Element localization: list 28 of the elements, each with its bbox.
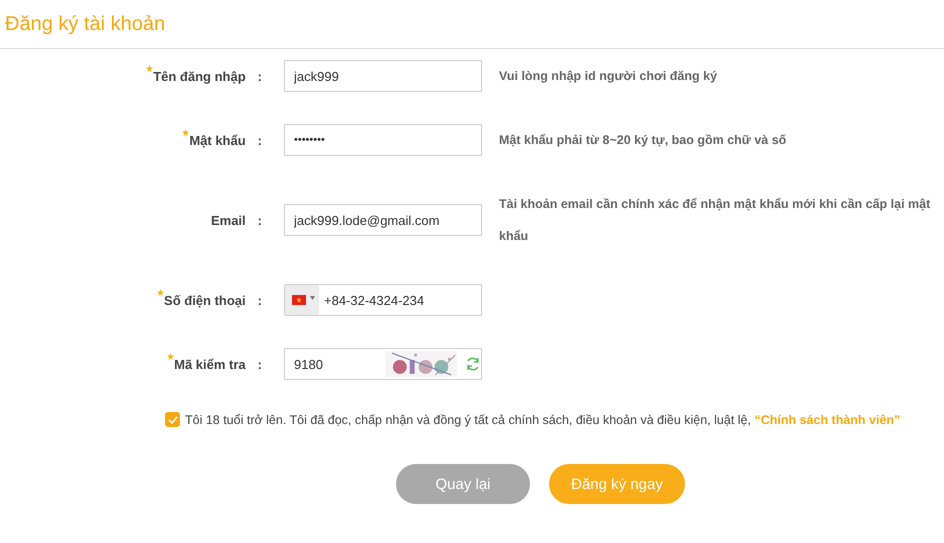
field-label: Số điện thoại bbox=[164, 292, 246, 308]
password-field[interactable]: •••••••• bbox=[284, 124, 482, 156]
field-label: Tên đăng nhập bbox=[153, 68, 246, 84]
field-label: Mã kiểm tra bbox=[174, 356, 246, 372]
captcha-field[interactable]: 9180 bbox=[284, 348, 482, 380]
checkmark-icon bbox=[168, 416, 178, 424]
caret-icon bbox=[310, 296, 315, 300]
input-field[interactable]: jack999 bbox=[284, 60, 482, 92]
agreement-text: Tôi 18 tuổi trở lên. Tôi đã đọc, chấp nhận và đồng ý tất cả chính sách, điều khoản và điều kiện, luật lệ, “Chính sách thành viên” bbox=[185, 412, 900, 426]
label-colon: : bbox=[258, 292, 262, 308]
field-hint: Tài khoản email cần chính xác để nhận mật khẩu mới khi cần cấp lại mật khẩu bbox=[499, 196, 932, 245]
country-dropdown[interactable] bbox=[285, 285, 319, 315]
phone-input[interactable]: +84-32-4324-234 bbox=[319, 285, 464, 315]
flag-icon bbox=[292, 295, 306, 305]
field-label: Mật khẩu bbox=[189, 132, 246, 148]
phone-field[interactable]: +84-32-4324-234 bbox=[284, 284, 482, 316]
field-hint: Mật khẩu phải từ 8~20 ký tự, bao gồm chữ và số bbox=[499, 132, 786, 149]
input-field[interactable]: jack999.lode@gmail.com bbox=[284, 204, 482, 236]
label-colon: : bbox=[258, 356, 262, 372]
label-colon: : bbox=[258, 132, 262, 148]
field-label: Email bbox=[210, 212, 246, 228]
refresh-icon[interactable] bbox=[465, 356, 481, 372]
field-hint: Vui lòng nhập id người chơi đăng ký bbox=[499, 68, 718, 85]
page-title: Đăng ký tài khoản bbox=[5, 12, 166, 36]
label-colon: : bbox=[258, 212, 262, 228]
captcha-input[interactable]: 9180 bbox=[294, 356, 374, 372]
label-colon: : bbox=[258, 68, 262, 84]
checkbox[interactable] bbox=[165, 412, 180, 427]
